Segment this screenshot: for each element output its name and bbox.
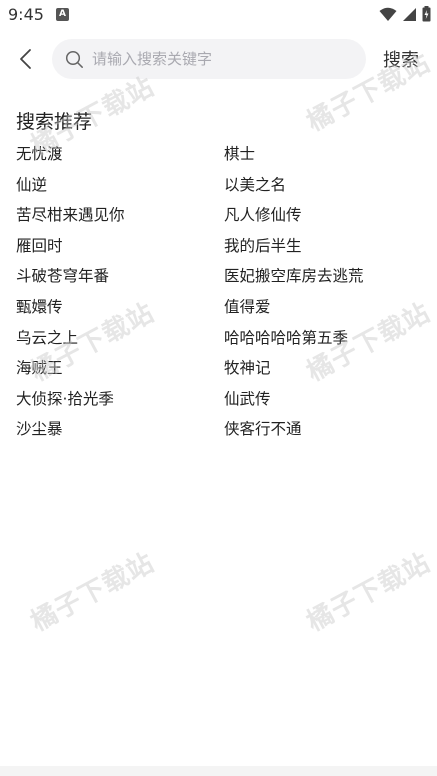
list-item[interactable]: 牧神记 — [224, 356, 426, 387]
search-box[interactable] — [52, 39, 366, 79]
status-time: 9:45 — [8, 5, 44, 24]
list-item[interactable]: 以美之名 — [224, 173, 426, 204]
watermark: 橘子下载站 — [302, 547, 436, 638]
search-button[interactable]: 搜索 — [383, 46, 419, 72]
signal-icon — [403, 7, 416, 21]
list-item[interactable]: 我的后半生 — [224, 234, 426, 265]
list-item[interactable]: 棋士 — [224, 142, 426, 173]
list-item[interactable]: 海贼王 — [16, 356, 224, 387]
list-item[interactable]: 仙逆 — [16, 173, 224, 204]
list-item[interactable]: 甄嬛传 — [16, 295, 224, 326]
status-icons — [379, 6, 431, 22]
list-item[interactable]: 凡人修仙传 — [224, 203, 426, 234]
list-item[interactable]: 无忧渡 — [16, 142, 224, 173]
notification-icon: A — [56, 8, 69, 21]
list-item[interactable]: 大侦探·拾光季 — [16, 387, 224, 418]
list-item[interactable]: 哈哈哈哈哈第五季 — [224, 326, 426, 357]
list-item[interactable]: 医妃搬空库房去逃荒 — [224, 264, 426, 295]
recommendation-list: 无忧渡 棋士 仙逆 以美之名 苦尽柑来遇见你 凡人修仙传 雁回时 我的后半生 斗… — [16, 142, 426, 448]
list-item[interactable]: 仙武传 — [224, 387, 426, 418]
status-bar: 9:45 A — [0, 0, 437, 30]
battery-icon — [422, 6, 431, 22]
list-item[interactable]: 值得爱 — [224, 295, 426, 326]
list-item[interactable]: 苦尽柑来遇见你 — [16, 203, 224, 234]
search-header: 搜索 — [0, 37, 437, 81]
navigation-bar — [0, 766, 437, 776]
search-input[interactable] — [92, 39, 352, 79]
section-title: 搜索推荐 — [16, 111, 93, 133]
search-icon — [65, 50, 83, 68]
list-item[interactable]: 斗破苍穹年番 — [16, 264, 224, 295]
watermark: 橘子下载站 — [26, 547, 160, 638]
chevron-left-icon — [20, 49, 31, 69]
list-item[interactable]: 乌云之上 — [16, 326, 224, 357]
back-button[interactable] — [13, 45, 41, 73]
list-item[interactable]: 侠客行不通 — [224, 417, 426, 448]
list-item[interactable]: 雁回时 — [16, 234, 224, 265]
wifi-icon — [379, 7, 397, 21]
list-item[interactable]: 沙尘暴 — [16, 417, 224, 448]
